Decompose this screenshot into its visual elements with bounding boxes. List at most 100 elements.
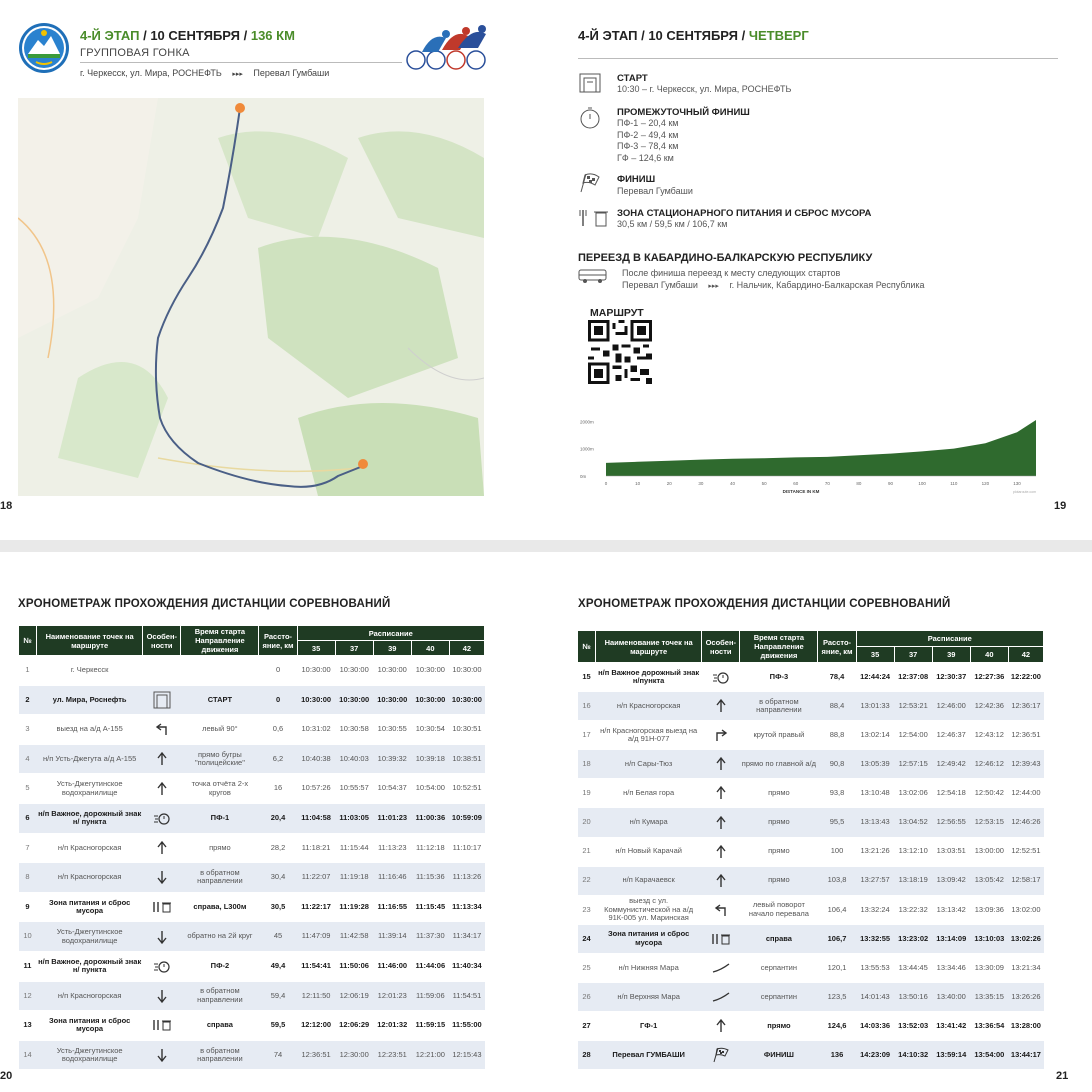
schedule-time: 13:10:48 [856, 778, 895, 809]
table-row: 22 н/п Карачаевск прямо 103,8 13:27:57 13… [577, 866, 1044, 896]
point-name: н/п Сары-Тюз [595, 749, 702, 780]
schedule-time: 10:30:51 [449, 714, 485, 745]
point-name: н/п Кумара [595, 807, 702, 838]
page-21: ХРОНОМЕТРАЖ ПРОХОЖДЕНИЯ ДИСТАНЦИИ СОРЕВН… [546, 552, 1092, 1092]
header-features: Особен-ности [701, 630, 741, 663]
route-line: г. Черкесск, ул. Мира, РОСНЕФТЬ ▸▸▸ Пере… [80, 68, 329, 78]
arrow-up-icon [703, 844, 739, 859]
point-name: Усть-Джегутинское водохранилище [36, 773, 143, 804]
transfer-title: ПЕРЕЕЗД В КАБАРДИНО-БАЛКАРСКУЮ РЕСПУБЛИК… [578, 252, 873, 264]
feature-icon-cell [701, 837, 740, 867]
schedule-time: 11:01:23 [373, 803, 412, 834]
schedule-time: 11:59:15 [411, 1010, 450, 1041]
schedule-time: 11:44:06 [411, 951, 450, 982]
table-row: 2 ул. Мира, Роснефть СТАРТ 0 10:30:00 10:… [18, 685, 485, 716]
schedule-time: 13:21:26 [856, 837, 895, 867]
x-tick-label: 70 [825, 481, 831, 486]
schedule-time: 11:16:55 [373, 892, 412, 923]
page-number: 21 [1056, 1070, 1069, 1082]
finish-title: ФИНИШ [617, 174, 656, 185]
schedule-time: 12:27:36 [970, 662, 1009, 693]
arrow-up-icon [703, 873, 739, 888]
table-row: 24 Зона питания и сброс мусора справа 10… [577, 924, 1044, 954]
schedule-time: 10:31:02 [297, 714, 336, 745]
arrow-down-icon [144, 870, 180, 885]
schedule-time: 10:30:00 [411, 655, 450, 686]
x-tick-label: 40 [730, 481, 736, 486]
direction: прямо бугры "полицейские" [180, 744, 259, 775]
schedule-time: 10:52:51 [449, 773, 485, 804]
start-gate-icon [144, 691, 180, 709]
table-row: 20 н/п Кумара прямо 95,5 13:13:43 13:04:5… [577, 807, 1044, 838]
schedule-time: 12:36:51 [1008, 720, 1044, 751]
schedule-time: 11:42:58 [335, 921, 374, 952]
schedule-time: 10:30:55 [373, 714, 412, 745]
checkered-flag-icon [703, 1047, 739, 1063]
race-type: ГРУППОВАЯ ГОНКА [80, 47, 190, 59]
header-schedule: Расписание [855, 630, 1045, 647]
header-no: № [576, 630, 597, 663]
schedule-time: 11:18:21 [297, 833, 336, 864]
direction: прямо [739, 1011, 818, 1042]
schedule-time: 13:32:24 [856, 895, 895, 925]
transfer-from: Перевал Гумбаши [622, 280, 698, 290]
row-number: 15 [577, 662, 596, 693]
header-no: № [17, 625, 38, 656]
route-qr-code[interactable] [588, 320, 652, 389]
arrow-up-icon [703, 699, 739, 713]
feature-icon-cell [701, 953, 740, 984]
header-start-direction: Время старта Направление движения [180, 625, 260, 656]
schedule-time: 11:19:18 [335, 862, 374, 893]
table-row: 17 н/п Красногорская выезд на а/д 91Н-07… [577, 720, 1044, 751]
row-number: 16 [577, 691, 596, 722]
schedule-time: 12:43:12 [970, 720, 1009, 751]
schedule-time: 10:30:00 [335, 655, 374, 686]
chart-credit: plotaroute.com [1013, 490, 1036, 494]
arrow-up-icon [144, 840, 180, 855]
schedule-time: 12:01:32 [373, 1010, 412, 1041]
food-trash-icon [578, 208, 612, 233]
schedule-time: 13:18:19 [894, 866, 933, 896]
stage-title: 4-Й ЭТАП / 10 СЕНТЯБРЯ / 136 КМ [80, 28, 295, 43]
serpentine-icon [703, 992, 739, 1002]
point-name: Усть-Джегутинское водохранилище [36, 921, 143, 952]
row-number: 26 [577, 982, 596, 1013]
schedule-time: 11:37:30 [411, 921, 450, 952]
schedule-time: 12:49:42 [932, 749, 971, 780]
point-name: Зона питания и сброс мусора [36, 1010, 143, 1041]
y-tick-label: 0m [580, 474, 587, 479]
schedule-time: 13:30:09 [970, 953, 1009, 984]
schedule-time: 10:39:18 [411, 744, 450, 775]
schedule-time: 11:46:00 [373, 951, 412, 982]
feature-icon-cell [142, 862, 181, 893]
schedule-time: 10:30:00 [297, 655, 336, 686]
intermediate-line: ПФ-2 – 49,4 км [617, 129, 679, 140]
schedule-time: 10:30:00 [411, 685, 450, 716]
header-speed: 39 [372, 640, 412, 656]
timing-table: № Наименование точек на маршруте Особен-… [576, 630, 1045, 1071]
table-row: 27 ГФ-1 прямо 124,6 14:03:36 13:52:03 13:4… [577, 1011, 1044, 1042]
direction: прямо [739, 866, 818, 896]
schedule-time: 11:00:36 [411, 803, 450, 834]
schedule-time: 11:47:09 [297, 921, 336, 952]
schedule-time: 13:02:26 [1008, 924, 1044, 954]
arrow-up-icon [703, 1019, 739, 1033]
table-row: 21 н/п Новый Карачай прямо 100 13:21:26 1… [577, 837, 1044, 867]
row-number: 5 [18, 773, 37, 804]
row-number: 6 [18, 803, 37, 834]
header-speed: 42 [1007, 646, 1045, 663]
schedule-time: 10:30:54 [411, 714, 450, 745]
schedule-time: 10:39:32 [373, 744, 412, 775]
checkered-flag-icon [578, 172, 602, 199]
table-row: 6 н/п Важное, дорожный знак н/ пункта ПФ… [18, 803, 485, 834]
bus-icon [578, 268, 608, 289]
date-label: 10 СЕНТЯБРЯ [648, 28, 738, 43]
schedule-time: 11:34:17 [449, 921, 485, 952]
schedule-time: 11:40:34 [449, 951, 485, 982]
serpentine-icon [703, 963, 739, 973]
schedule-time: 13:10:03 [970, 924, 1009, 954]
feature-icon-cell [142, 803, 181, 834]
direction: справа [739, 924, 818, 954]
turn-left-icon [703, 903, 739, 917]
weekday-label: ЧЕТВЕРГ [748, 28, 809, 43]
